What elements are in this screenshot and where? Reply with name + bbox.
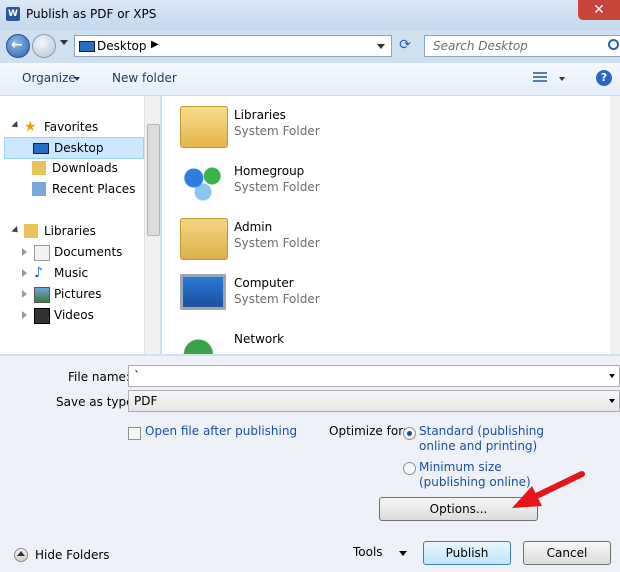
chevron-down-icon[interactable]: [399, 551, 407, 556]
network-icon: [180, 330, 226, 354]
forward-button[interactable]: [32, 34, 56, 58]
list-item[interactable]: Computer System Folder: [180, 268, 560, 318]
navigation-pane: ★ Favorites Desktop Downloads Recent Pla…: [0, 96, 160, 354]
minimum-size-radio[interactable]: [403, 462, 416, 475]
list-item[interactable]: Homegroup System Folder: [180, 156, 560, 206]
list-item[interactable]: Libraries System Folder: [180, 100, 560, 150]
standard-radio[interactable]: [403, 427, 416, 440]
chevron-down-icon: [74, 77, 80, 81]
filename-label: File name:: [68, 370, 130, 384]
standard-label-line1[interactable]: Standard (publishing: [419, 424, 544, 438]
music-icon: ♪: [34, 265, 43, 281]
breadcrumb-chevron-icon[interactable]: ▶: [151, 39, 159, 50]
command-bar: Organize New folder ?: [0, 63, 620, 96]
filename-input[interactable]: `: [128, 365, 620, 387]
homegroup-icon: [180, 162, 226, 202]
chevron-down-icon[interactable]: [609, 374, 615, 378]
pictures-icon: [34, 287, 50, 303]
change-view-icon[interactable]: [533, 72, 547, 84]
open-after-checkbox[interactable]: [128, 427, 141, 440]
file-list: Libraries System Folder Homegroup System…: [162, 96, 620, 354]
back-arrow-icon: ←: [11, 37, 23, 53]
window-title: Publish as PDF or XPS: [26, 7, 157, 21]
new-folder-button[interactable]: New folder: [112, 71, 177, 85]
search-icon[interactable]: [608, 39, 619, 50]
computer-icon: [180, 274, 226, 310]
list-item[interactable]: Network: [180, 324, 560, 354]
view-options-dropdown[interactable]: [559, 77, 565, 81]
expand-arrow-icon[interactable]: [22, 311, 27, 319]
recent-places-icon: [32, 182, 46, 196]
tools-menu-button[interactable]: Tools: [353, 545, 383, 559]
sidebar-item-desktop[interactable]: Desktop: [4, 137, 144, 159]
address-breadcrumb[interactable]: Desktop: [97, 39, 147, 53]
nav-scrollbar[interactable]: [144, 96, 160, 354]
save-form: File name: ` Save as type: PDF Open file…: [0, 356, 620, 572]
downloads-icon: [32, 161, 46, 175]
collapse-arrow-icon[interactable]: [11, 120, 21, 131]
nav-scrollbar-thumb[interactable]: [147, 124, 160, 236]
desktop-icon: [79, 41, 95, 52]
cancel-button[interactable]: Cancel: [523, 541, 611, 565]
list-item[interactable]: Admin System Folder: [180, 212, 560, 262]
hide-folders-toggle-icon[interactable]: [14, 548, 28, 562]
desktop-icon: [33, 143, 49, 154]
close-button[interactable]: ✕: [578, 0, 620, 20]
standard-label-line2[interactable]: online and printing): [419, 439, 537, 453]
user-folder-icon: [180, 218, 228, 260]
refresh-button[interactable]: ⟳: [394, 35, 416, 55]
chevron-down-icon[interactable]: [609, 399, 615, 403]
hide-folders-button[interactable]: Hide Folders: [35, 548, 110, 562]
libraries-icon: [24, 224, 38, 238]
minimum-label-line1[interactable]: Minimum size: [419, 460, 502, 474]
optimize-label: Optimize for:: [329, 424, 407, 438]
expand-arrow-icon[interactable]: [22, 290, 27, 298]
help-icon[interactable]: ?: [596, 70, 612, 86]
title-bar: W Publish as PDF or XPS ✕: [0, 0, 620, 30]
search-box[interactable]: Search Desktop: [424, 35, 620, 57]
recent-pages-dropdown[interactable]: [60, 40, 68, 45]
open-after-label[interactable]: Open file after publishing: [145, 424, 297, 438]
star-icon: ★: [24, 119, 37, 135]
back-button[interactable]: ←: [6, 34, 30, 58]
address-dropdown-icon[interactable]: [377, 44, 385, 49]
red-arrow-annotation-icon: [512, 471, 585, 508]
libraries-folder-icon: [180, 106, 228, 148]
address-bar[interactable]: Desktop ▶: [74, 35, 392, 57]
videos-icon: [34, 308, 50, 324]
expand-arrow-icon[interactable]: [22, 269, 27, 277]
expand-arrow-icon[interactable]: [22, 248, 27, 256]
file-list-scrollbar[interactable]: [610, 96, 620, 354]
collapse-arrow-icon[interactable]: [11, 225, 21, 236]
publish-button[interactable]: Publish: [423, 541, 511, 565]
savetype-select[interactable]: PDF: [128, 390, 620, 412]
search-input[interactable]: Search Desktop: [433, 39, 528, 53]
documents-icon: [34, 245, 50, 261]
word-app-icon: W: [6, 7, 20, 21]
savetype-label: Save as type:: [56, 395, 138, 409]
organize-button[interactable]: Organize: [22, 71, 76, 85]
